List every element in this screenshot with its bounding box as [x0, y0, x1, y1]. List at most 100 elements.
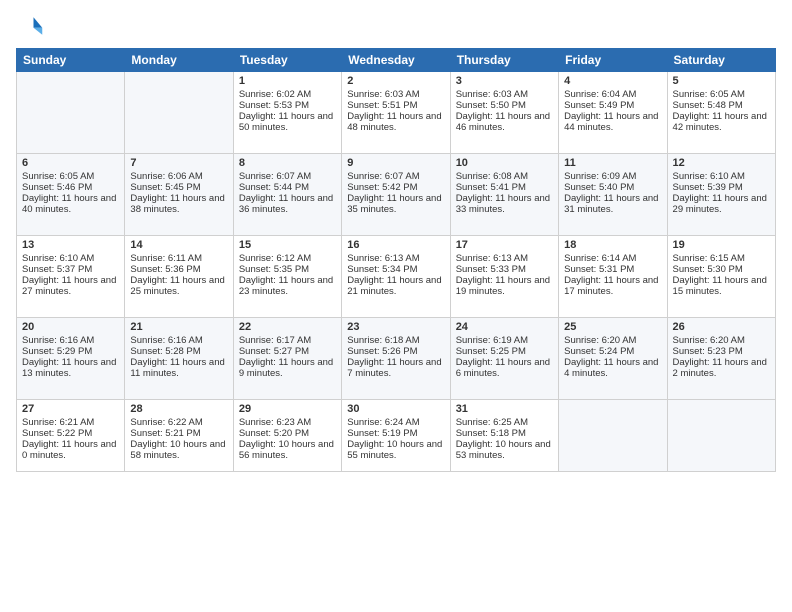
day-number: 3 [456, 75, 553, 87]
calendar-cell: 16 Sunrise: 6:13 AMSunset: 5:34 PMDayligh… [342, 236, 450, 318]
day-number: 1 [239, 75, 336, 87]
sunrise-text: Sunrise: 6:22 AM [130, 417, 227, 428]
daylight-text: Daylight: 11 hours and 38 minutes. [130, 193, 227, 215]
day-number: 16 [347, 239, 444, 251]
daylight-text: Daylight: 11 hours and 44 minutes. [564, 111, 661, 133]
sunset-text: Sunset: 5:50 PM [456, 100, 553, 111]
sunset-text: Sunset: 5:22 PM [22, 428, 119, 439]
daylight-text: Daylight: 11 hours and 35 minutes. [347, 193, 444, 215]
daylight-text: Daylight: 11 hours and 50 minutes. [239, 111, 336, 133]
day-number: 24 [456, 321, 553, 333]
daylight-text: Daylight: 11 hours and 2 minutes. [673, 357, 770, 379]
daylight-text: Daylight: 11 hours and 42 minutes. [673, 111, 770, 133]
calendar-cell: 29 Sunrise: 6:23 AMSunset: 5:20 PMDayligh… [233, 400, 341, 472]
sunset-text: Sunset: 5:21 PM [130, 428, 227, 439]
day-number: 27 [22, 403, 119, 415]
day-number: 17 [456, 239, 553, 251]
sunrise-text: Sunrise: 6:13 AM [456, 253, 553, 264]
daylight-text: Daylight: 10 hours and 55 minutes. [347, 439, 444, 461]
sunrise-text: Sunrise: 6:16 AM [22, 335, 119, 346]
day-number: 5 [673, 75, 770, 87]
sunrise-text: Sunrise: 6:20 AM [564, 335, 661, 346]
calendar-cell: 10Sunrise: 6:08 AMSunset: 5:41 PMDayligh… [450, 154, 558, 236]
sunset-text: Sunset: 5:20 PM [239, 428, 336, 439]
sunrise-text: Sunrise: 6:10 AM [673, 171, 770, 182]
daylight-text: Daylight: 11 hours and 46 minutes. [456, 111, 553, 133]
daylight-text: Daylight: 11 hours and 48 minutes. [347, 111, 444, 133]
day-number: 28 [130, 403, 227, 415]
sunset-text: Sunset: 5:51 PM [347, 100, 444, 111]
day-number: 12 [673, 157, 770, 169]
calendar-cell: 27Sunrise: 6:21 AMSunset: 5:22 PMDayligh… [17, 400, 125, 472]
day-number: 13 [22, 239, 119, 251]
sunrise-text: Sunrise: 6:23 AM [239, 417, 336, 428]
daylight-text: Daylight: 11 hours and 6 minutes. [456, 357, 553, 379]
calendar-cell: 15Sunrise: 6:12 AMSunset: 5:35 PMDayligh… [233, 236, 341, 318]
daylight-text: Daylight: 10 hours and 56 minutes. [239, 439, 336, 461]
day-number: 29 [239, 403, 336, 415]
sunset-text: Sunset: 5:37 PM [22, 264, 119, 275]
daylight-text: Daylight: 11 hours and 9 minutes. [239, 357, 336, 379]
daylight-text: Daylight: 11 hours and 19 minutes. [456, 275, 553, 297]
daylight-text: Daylight: 11 hours and 33 minutes. [456, 193, 553, 215]
day-number: 19 [673, 239, 770, 251]
sunrise-text: Sunrise: 6:24 AM [347, 417, 444, 428]
day-number: 20 [22, 321, 119, 333]
calendar-cell: 25 Sunrise: 6:20 AMSunset: 5:24 PMDayligh… [559, 318, 667, 400]
sunset-text: Sunset: 5:25 PM [456, 346, 553, 357]
sunset-text: Sunset: 5:18 PM [456, 428, 553, 439]
sunset-text: Sunset: 5:48 PM [673, 100, 770, 111]
daylight-text: Daylight: 11 hours and 4 minutes. [564, 357, 661, 379]
sunrise-text: Sunrise: 6:07 AM [347, 171, 444, 182]
calendar-cell: 8Sunrise: 6:07 AMSunset: 5:44 PMDaylight… [233, 154, 341, 236]
day-number: 31 [456, 403, 553, 415]
sunrise-text: Sunrise: 6:03 AM [456, 89, 553, 100]
sunrise-text: Sunrise: 6:17 AM [239, 335, 336, 346]
calendar-cell: 26Sunrise: 6:20 AMSunset: 5:23 PMDayligh… [667, 318, 775, 400]
sunrise-text: Sunrise: 6:16 AM [130, 335, 227, 346]
daylight-text: Daylight: 11 hours and 13 minutes. [22, 357, 119, 379]
calendar-cell: 2Sunrise: 6:03 AMSunset: 5:51 PMDaylight… [342, 72, 450, 154]
day-number: 4 [564, 75, 661, 87]
day-number: 6 [22, 157, 119, 169]
sunrise-text: Sunrise: 6:10 AM [22, 253, 119, 264]
calendar-cell: 23Sunrise: 6:18 AMSunset: 5:26 PMDayligh… [342, 318, 450, 400]
calendar-cell: 30Sunrise: 6:24 AMSunset: 5:19 PMDayligh… [342, 400, 450, 472]
sunrise-text: Sunrise: 6:12 AM [239, 253, 336, 264]
calendar-cell: 24 Sunrise: 6:19 AMSunset: 5:25 PMDayligh… [450, 318, 558, 400]
calendar-cell [559, 400, 667, 472]
sunset-text: Sunset: 5:36 PM [130, 264, 227, 275]
sunset-text: Sunset: 5:45 PM [130, 182, 227, 193]
sunset-text: Sunset: 5:33 PM [456, 264, 553, 275]
daylight-text: Daylight: 11 hours and 17 minutes. [564, 275, 661, 297]
daylight-text: Daylight: 11 hours and 36 minutes. [239, 193, 336, 215]
sunrise-text: Sunrise: 6:08 AM [456, 171, 553, 182]
sunrise-text: Sunrise: 6:20 AM [673, 335, 770, 346]
sunrise-text: Sunrise: 6:19 AM [456, 335, 553, 346]
sunset-text: Sunset: 5:29 PM [22, 346, 119, 357]
calendar-cell: 4Sunrise: 6:04 AMSunset: 5:49 PMDaylight… [559, 72, 667, 154]
sunrise-text: Sunrise: 6:18 AM [347, 335, 444, 346]
daylight-text: Daylight: 11 hours and 40 minutes. [22, 193, 119, 215]
sunset-text: Sunset: 5:24 PM [564, 346, 661, 357]
logo-icon [16, 12, 44, 40]
calendar-cell: 22 Sunrise: 6:17 AMSunset: 5:27 PMDayligh… [233, 318, 341, 400]
sunset-text: Sunset: 5:34 PM [347, 264, 444, 275]
calendar-cell: 31Sunrise: 6:25 AMSunset: 5:18 PMDayligh… [450, 400, 558, 472]
sunrise-text: Sunrise: 6:13 AM [347, 253, 444, 264]
sunset-text: Sunset: 5:26 PM [347, 346, 444, 357]
sunset-text: Sunset: 5:30 PM [673, 264, 770, 275]
day-number: 8 [239, 157, 336, 169]
sunrise-text: Sunrise: 6:06 AM [130, 171, 227, 182]
day-number: 21 [130, 321, 227, 333]
calendar-cell: 20 Sunrise: 6:16 AMSunset: 5:29 PMDayligh… [17, 318, 125, 400]
daylight-text: Daylight: 11 hours and 21 minutes. [347, 275, 444, 297]
day-number: 25 [564, 321, 661, 333]
sunset-text: Sunset: 5:46 PM [22, 182, 119, 193]
day-number: 22 [239, 321, 336, 333]
col-wednesday: Wednesday [342, 49, 450, 72]
sunset-text: Sunset: 5:27 PM [239, 346, 336, 357]
sunrise-text: Sunrise: 6:14 AM [564, 253, 661, 264]
calendar-cell: 11Sunrise: 6:09 AMSunset: 5:40 PMDayligh… [559, 154, 667, 236]
col-monday: Monday [125, 49, 233, 72]
